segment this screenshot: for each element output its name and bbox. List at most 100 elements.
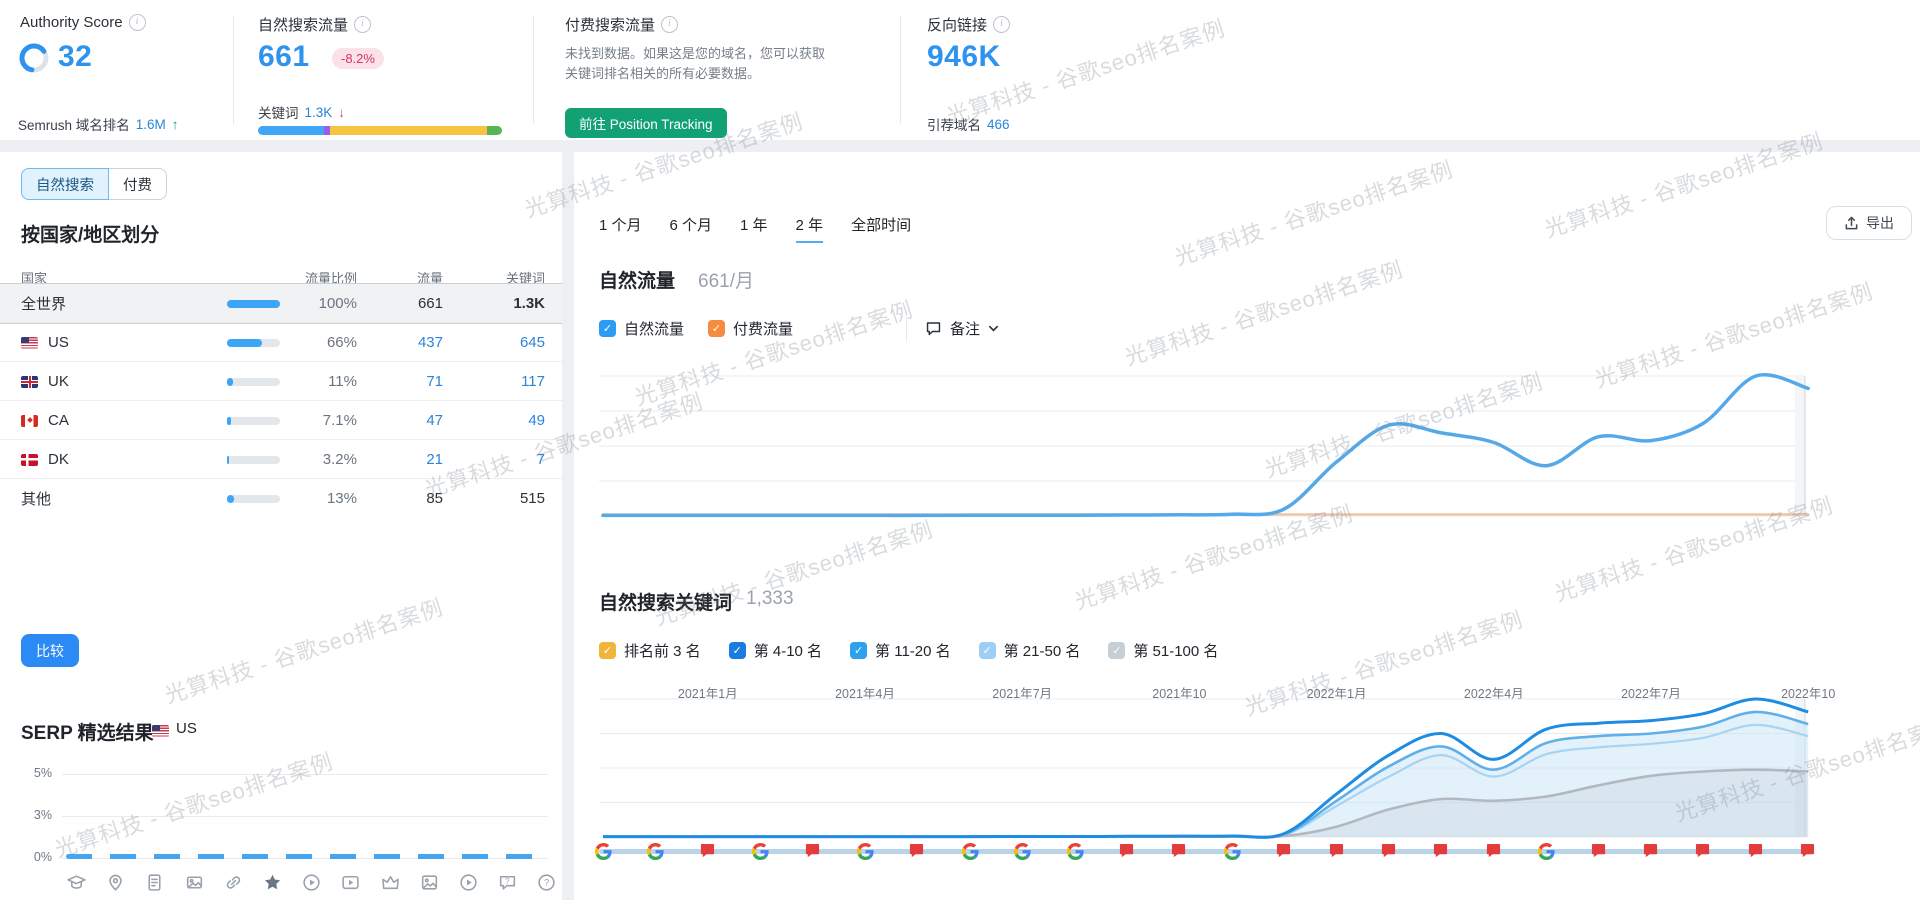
legend-自然流量[interactable]: ✓ 自然流量 (599, 318, 684, 339)
countries-section-title: 按国家/地区划分 (21, 225, 160, 246)
traffic-value[interactable]: 437 (375, 323, 443, 362)
checkbox[interactable]: ✓ (1108, 642, 1126, 659)
keywords-value[interactable]: 117 (467, 362, 545, 401)
note-flag-icon[interactable] (700, 843, 718, 861)
traffic-value[interactable]: 47 (375, 401, 443, 440)
checkbox[interactable]: ✓ (599, 642, 616, 659)
image-icon[interactable] (419, 872, 440, 893)
google-update-icon[interactable] (1014, 843, 1032, 861)
note-flag-icon[interactable] (1800, 843, 1818, 861)
tab-paid[interactable]: 付费 (109, 168, 167, 200)
google-update-icon[interactable] (857, 843, 875, 861)
article-icon[interactable] (144, 872, 165, 893)
video-icon[interactable] (340, 872, 361, 893)
table-row-其他[interactable]: 其他 13% 85 515 (0, 478, 562, 518)
keywords-value[interactable]: 7 (467, 440, 545, 479)
table-row-us[interactable]: US 66% 437 645 (0, 322, 562, 362)
table-row-ca[interactable]: CA 7.1% 47 49 (0, 400, 562, 440)
google-update-icon[interactable] (595, 843, 613, 861)
info-icon[interactable]: i (993, 16, 1011, 33)
note-flag-icon[interactable] (1433, 843, 1451, 861)
legend-付费流量[interactable]: ✓ 付费流量 (708, 318, 793, 339)
organic-traffic-value[interactable]: 661 (258, 40, 310, 74)
note-flag-icon[interactable] (1329, 843, 1347, 861)
keywords-value[interactable]: 49 (467, 401, 545, 440)
graduation-cap-icon[interactable] (66, 872, 87, 893)
image-pack-icon[interactable] (184, 872, 205, 893)
backlinks-value[interactable]: 946K (927, 40, 1001, 74)
google-update-icon[interactable] (1538, 843, 1556, 861)
notes-timeline-axis (599, 849, 1812, 854)
range-全部时间[interactable]: 全部时间 (851, 214, 911, 243)
google-update-icon[interactable] (752, 843, 770, 861)
checkbox[interactable]: ✓ (599, 320, 616, 337)
note-flag-icon[interactable] (1171, 843, 1189, 861)
range-1年[interactable]: 1 年 (740, 214, 768, 243)
compare-button[interactable]: 比较 (21, 634, 79, 667)
legend-第 51-100 名[interactable]: ✓ 第 51-100 名 (1108, 640, 1218, 661)
google-update-icon[interactable] (647, 843, 665, 861)
position-tracking-button[interactable]: 前往 Position Tracking (565, 108, 727, 138)
tab-organic[interactable]: 自然搜索 (21, 168, 109, 200)
checkbox[interactable]: ✓ (728, 642, 746, 659)
keyword-distribution-bar[interactable] (258, 126, 502, 135)
note-flag-icon[interactable] (1276, 843, 1294, 861)
share-value: 100% (318, 295, 357, 312)
country-cell: CA (21, 401, 211, 440)
serp-region: US (176, 720, 197, 737)
question-circle-icon[interactable]: ? (536, 872, 557, 893)
note-flag-icon[interactable] (909, 843, 927, 861)
uk-flag-icon (21, 375, 38, 388)
paid-no-data-message: 未找到数据。如果这是您的域名，您可以获取 关键词排名相关的所有必要数据。 (565, 46, 826, 81)
link-icon[interactable] (223, 872, 244, 893)
note-flag-icon[interactable] (1695, 843, 1713, 861)
info-icon[interactable]: i (128, 14, 146, 31)
video-play-icon[interactable] (301, 872, 322, 893)
legend-第 21-50 名[interactable]: ✓ 第 21-50 名 (978, 640, 1080, 661)
note-flag-icon[interactable] (1748, 843, 1766, 861)
note-flag-icon[interactable] (1643, 843, 1661, 861)
note-flag-icon[interactable] (1119, 843, 1137, 861)
organic-keywords-chart[interactable] (599, 689, 1837, 839)
checkbox[interactable]: ✓ (850, 642, 868, 659)
range-2年[interactable]: 2 年 (795, 214, 824, 243)
table-row-全世界[interactable]: 全世界 100% 661 1.3K (0, 283, 562, 324)
google-update-icon[interactable] (1066, 843, 1085, 861)
faq-bubble-icon[interactable]: ? (497, 872, 518, 893)
note-flag-icon[interactable] (1591, 843, 1609, 861)
note-flag-icon[interactable] (805, 843, 823, 861)
featured-snippet-star-icon[interactable] (262, 872, 283, 893)
info-icon[interactable]: i (661, 16, 679, 33)
google-update-icon[interactable] (1223, 843, 1242, 861)
range-6个月[interactable]: 6 个月 (670, 214, 713, 243)
top-stories-icon[interactable] (380, 872, 401, 893)
export-button[interactable]: 导出 (1826, 206, 1912, 240)
keywords-value[interactable]: 645 (467, 323, 545, 362)
legend-第 4-10 名[interactable]: ✓ 第 4-10 名 (728, 640, 822, 661)
note-flag-icon[interactable] (1381, 843, 1399, 861)
table-row-uk[interactable]: UK 11% 71 117 (0, 361, 562, 401)
legend-第 11-20 名[interactable]: ✓ 第 11-20 名 (850, 640, 951, 661)
notes-toggle[interactable]: 备注 (925, 318, 999, 339)
share-bar (227, 456, 280, 464)
info-icon[interactable]: i (354, 16, 372, 33)
table-row-dk[interactable]: DK 3.2% 21 7 (0, 439, 562, 479)
traffic-value[interactable]: 71 (375, 362, 443, 401)
domain-rank-value[interactable]: 1.6M (136, 117, 166, 132)
share-value: 7.1% (322, 412, 357, 429)
organic-traffic-chart[interactable] (599, 366, 1837, 518)
domain-rank: Semrush 域名排名 1.6M ↑ (18, 116, 179, 134)
note-flag-icon[interactable] (1486, 843, 1504, 861)
backlinks-label: 反向链接 i (927, 14, 1011, 35)
keywords-count[interactable]: 1.3K (305, 105, 333, 120)
range-1个月[interactable]: 1 个月 (599, 214, 642, 243)
referring-domains-value[interactable]: 466 (987, 117, 1010, 132)
traffic-value[interactable]: 21 (375, 440, 443, 479)
serp-ytick: 0% (33, 850, 52, 864)
video-play-icon[interactable] (458, 872, 479, 893)
checkbox[interactable]: ✓ (708, 320, 726, 337)
legend-排名前 3 名[interactable]: ✓ 排名前 3 名 (599, 640, 701, 661)
google-update-icon[interactable] (961, 843, 980, 861)
checkbox[interactable]: ✓ (978, 642, 996, 659)
location-pin-icon[interactable] (105, 872, 126, 893)
